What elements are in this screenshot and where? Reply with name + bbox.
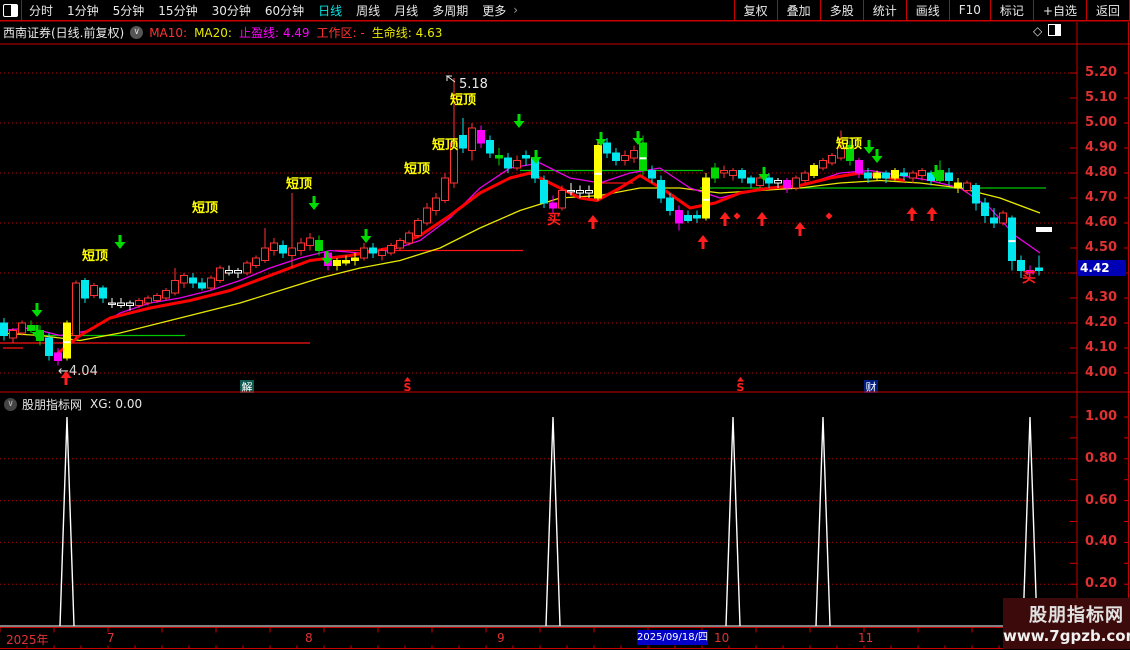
watermark-url: www.7gpzb.com: [1003, 627, 1130, 645]
time-axis-month-label: 11: [858, 631, 874, 645]
price-tick-label: 4.20: [1085, 315, 1118, 330]
svg-text:短顶: 短顶: [286, 176, 312, 192]
time-axis-month-label: 7: [107, 631, 115, 645]
kline-and-signal-chart[interactable]: 短顶短顶短顶短顶短顶短顶短顶5.18←4.04买买解 S S 财: [0, 0, 1130, 650]
svg-text:短顶: 短顶: [450, 92, 476, 108]
chevron-down-icon[interactable]: ∨: [4, 397, 17, 411]
time-axis-year: 2025年: [6, 633, 49, 647]
sub-indicator-name: 股朋指标网: [22, 397, 83, 412]
time-axis-month-label: 10: [714, 631, 730, 645]
chart-canvas[interactable]: 短顶 短顶 短顶 短顶 短顶 短顶 短顶 5.18 ←4.04 买买解 S S 财: [0, 0, 1130, 650]
price-tick-label: 4.60: [1085, 215, 1118, 230]
sub-tick-label: 0.60: [1085, 492, 1118, 508]
svg-text:5.18: 5.18: [459, 77, 488, 92]
sub-indicator-value: XG: 0.00: [90, 397, 143, 411]
svg-text:←4.04: ←4.04: [58, 364, 98, 379]
last-price-marker: 4.42: [1077, 260, 1126, 276]
svg-text:买: 买: [1022, 270, 1036, 286]
trading-app-window: 分时 1分钟 5分钟 15分钟 30分钟 60分钟 日线 周线 月线 多周期 更…: [0, 0, 1130, 650]
svg-text:短顶: 短顶: [192, 200, 218, 216]
price-tick-label: 5.20: [1085, 65, 1118, 80]
time-axis-month-label: 8: [305, 631, 313, 645]
selected-date-badge: 2025/09/18/四: [637, 630, 709, 645]
price-tick-label: 5.10: [1085, 90, 1118, 105]
price-tick-label: 4.90: [1085, 140, 1118, 155]
sub-tick-label: 0.20: [1085, 576, 1118, 592]
price-tick-label: 5.00: [1085, 115, 1118, 130]
svg-text:短顶: 短顶: [432, 137, 458, 153]
sub-tick-label: 0.40: [1085, 534, 1118, 550]
sub-tick-label: 0.80: [1085, 450, 1118, 466]
watermark-site-name: 股朋指标网: [1029, 605, 1124, 626]
price-tick-label: 4.30: [1085, 290, 1118, 305]
price-tick-label: 4.10: [1085, 340, 1118, 355]
svg-text:短顶: 短顶: [836, 136, 862, 152]
price-tick-label: 4.70: [1085, 190, 1118, 205]
sub-indicator-header: ∨ 股朋指标网 XG: 0.00: [0, 396, 142, 412]
svg-text:短顶: 短顶: [404, 161, 430, 177]
price-tick-label: 4.00: [1085, 365, 1118, 380]
price-tick-label: 4.80: [1085, 165, 1118, 180]
svg-text:买: 买: [547, 212, 561, 228]
sub-tick-label: 1.00: [1085, 409, 1118, 424]
site-watermark: 股朋指标网 www.7gpzb.com: [1003, 598, 1130, 649]
svg-text:短顶: 短顶: [82, 248, 108, 264]
time-axis-month-label: 9: [497, 631, 505, 645]
price-tick-label: 4.50: [1085, 240, 1118, 255]
